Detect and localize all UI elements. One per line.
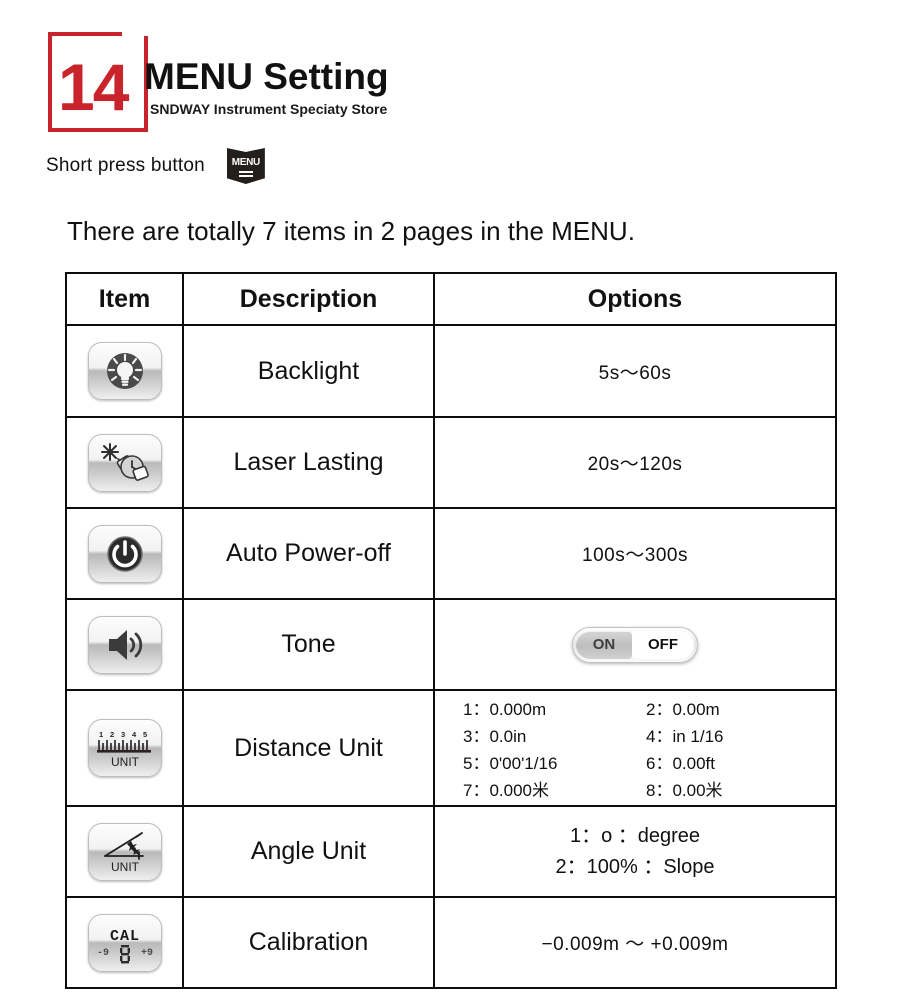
row-icon-cell-tone: [65, 598, 184, 691]
svg-text:UNIT: UNIT: [111, 860, 140, 874]
row-description-backlight: Backlight: [182, 324, 435, 418]
menu-settings-table: Item Description Options Backlight 5s〜60…: [65, 272, 837, 989]
row-icon-cell-backlight: [65, 324, 184, 418]
short-press-instruction: Short press button MENU: [46, 146, 265, 186]
short-press-label: Short press button: [46, 155, 205, 176]
row-description-angle-unit: Angle Unit: [182, 805, 435, 898]
distance-unit-option: 2：0.00m: [646, 700, 720, 719]
angle-unit-options: 1：o ：degree 2：100% ：Slope: [435, 821, 835, 883]
power-icon: [87, 524, 162, 583]
row-description-calibration: Calibration: [182, 896, 435, 989]
distance-unit-option: 4：in 1/16: [646, 727, 724, 746]
page-header: 14 MENU Setting SNDWAY Instrument Specia…: [0, 0, 900, 200]
column-header-description: Description: [182, 272, 435, 326]
row-options-tone: ON OFF: [433, 598, 837, 691]
angle-unit-option: 2：100% ：Slope: [555, 855, 715, 878]
column-header-options: Options: [433, 272, 837, 326]
row-icon-cell-calibration: CAL -9 +9: [65, 896, 184, 989]
row-icon-cell-distance-unit: 12 34 5 UNIT: [65, 689, 184, 807]
row-options-calibration: −0.009m 〜 +0.009m: [433, 896, 837, 989]
distance-unit-option: 6：0.00ft: [646, 754, 715, 773]
tone-toggle[interactable]: ON OFF: [572, 626, 698, 663]
svg-text:CAL: CAL: [109, 928, 139, 945]
angle-unit-icon: UNIT: [87, 822, 162, 881]
table-row: Laser Lasting 20s〜120s: [65, 416, 837, 509]
angle-unit-option: 1：o ：degree: [569, 824, 701, 847]
row-description-tone: Tone: [182, 598, 435, 691]
distance-unit-option: 5：0'00'1/16: [463, 754, 558, 773]
row-description-distance-unit: Distance Unit: [182, 689, 435, 807]
row-options-distance-unit: 1：0.000m 2：0.00m 3：0.0in 4：in 1/16 5：0'0…: [433, 689, 837, 807]
row-options-backlight: 5s〜60s: [433, 324, 837, 418]
table-row: CAL -9 +9 Calibration −0.009m 〜 +0.009m: [65, 896, 837, 989]
page-subtitle: SNDWAY Instrument Speciaty Store: [150, 101, 388, 117]
table-row: 12 34 5 UNIT Distance Unit 1：0.000m 2：0.…: [65, 689, 837, 807]
ruler-unit-icon: 12 34 5 UNIT: [87, 719, 162, 777]
column-header-item: Item: [65, 272, 184, 326]
row-icon-cell-power: [65, 507, 184, 600]
page-title: MENU Setting: [144, 56, 389, 97]
distance-unit-option: 7：0.000米: [463, 781, 549, 800]
table-row: Tone ON OFF: [65, 598, 837, 691]
tone-toggle-off-label[interactable]: OFF: [632, 630, 694, 659]
svg-text:-9: -9: [96, 948, 108, 959]
laser-icon: [87, 433, 162, 492]
svg-text:+9: +9: [140, 948, 152, 959]
distance-unit-option: 3：0.0in: [463, 727, 527, 746]
svg-text:3: 3: [121, 730, 125, 739]
row-description-laser: Laser Lasting: [182, 416, 435, 509]
page-root: 14 MENU Setting SNDWAY Instrument Specia…: [0, 0, 900, 996]
tone-toggle-on-label[interactable]: ON: [576, 630, 632, 659]
svg-text:5: 5: [143, 730, 147, 739]
row-description-power: Auto Power-off: [182, 507, 435, 600]
distance-unit-option: 1：0.000m: [463, 700, 547, 719]
row-options-angle-unit: 1：o ：degree 2：100% ：Slope: [433, 805, 837, 898]
table-row: Backlight 5s〜60s: [65, 324, 837, 418]
menu-button-label: MENU: [231, 156, 261, 168]
intro-text: There are totally 7 items in 2 pages in …: [67, 216, 635, 246]
speaker-icon: [87, 615, 162, 674]
calibration-icon: CAL -9 +9: [87, 913, 162, 972]
table-row: Auto Power-off 100s〜300s: [65, 507, 837, 600]
equals-icon: [238, 170, 253, 177]
svg-text:UNIT: UNIT: [111, 755, 140, 769]
svg-text:4: 4: [132, 730, 137, 739]
backlight-icon: [87, 342, 162, 400]
row-options-power: 100s〜300s: [433, 507, 837, 600]
table-header-row: Item Description Options: [65, 272, 837, 326]
table-row: UNIT Angle Unit 1：o ：degree 2：100% ：Slop…: [65, 805, 837, 898]
row-icon-cell-laser: [65, 416, 184, 509]
svg-text:2: 2: [110, 730, 114, 739]
chapter-number: 14: [58, 50, 129, 124]
row-options-laser: 20s〜120s: [433, 416, 837, 509]
distance-unit-option: 8：0.00米: [646, 781, 723, 800]
distance-unit-options: 1：0.000m 2：0.00m 3：0.0in 4：in 1/16 5：0'0…: [435, 691, 835, 805]
row-icon-cell-angle-unit: UNIT: [65, 805, 184, 898]
menu-button-icon[interactable]: MENU: [226, 148, 265, 184]
svg-text:1: 1: [99, 730, 103, 739]
